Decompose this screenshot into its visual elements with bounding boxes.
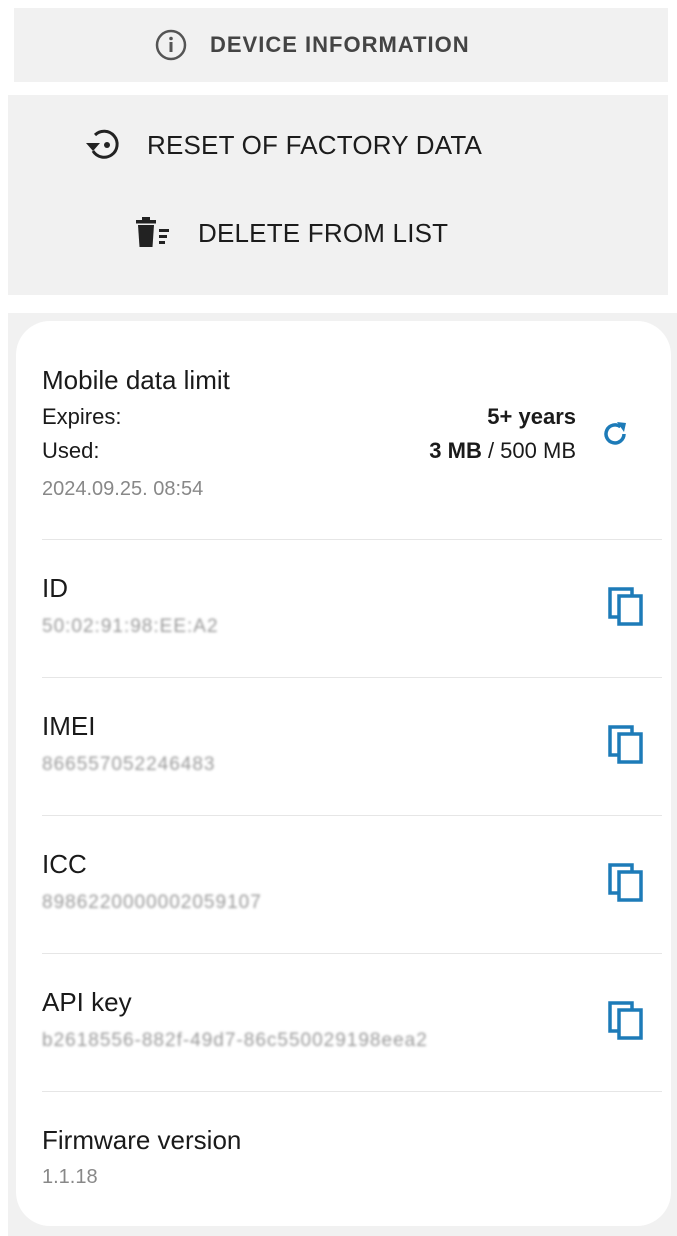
used-amount: 3 MB / 500 MB (429, 438, 576, 464)
copy-imei-button[interactable] (605, 724, 649, 771)
id-value: 50:02:91:98:EE:A2 (42, 616, 219, 637)
imei-title: IMEI (42, 711, 96, 741)
mobile-data-limit-section: Mobile data limit Expires: 5+ years Used… (42, 365, 662, 501)
total-value: 500 MB (500, 438, 576, 463)
copy-icon (607, 862, 647, 909)
refresh-data-button[interactable] (595, 416, 635, 456)
divider (42, 539, 662, 540)
mobile-data-limit-title: Mobile data limit (42, 365, 230, 395)
device-settings-page: DEVICE INFORMATION RESET OF FACTORY DATA (0, 0, 677, 1236)
firmware-section: Firmware version 1.1.18 (42, 1125, 662, 1189)
icc-section: ICC 8986220000002059107 (42, 849, 662, 914)
copy-icon (607, 724, 647, 771)
restore-icon (81, 125, 125, 165)
reset-factory-data-button[interactable]: RESET OF FACTORY DATA (81, 125, 482, 165)
icc-value: 8986220000002059107 (42, 892, 262, 913)
divider (42, 677, 662, 678)
used-row: Used: 3 MB / 500 MB (42, 438, 576, 464)
device-actions-panel: RESET OF FACTORY DATA DELETE FROM LIST (8, 95, 668, 295)
divider (42, 1091, 662, 1092)
device-information-label: DEVICE INFORMATION (210, 32, 470, 57)
imei-section: IMEI 866557052246483 (42, 711, 662, 776)
delete-from-list-button[interactable]: DELETE FROM LIST (132, 213, 448, 253)
info-card-container: Mobile data limit Expires: 5+ years Used… (8, 313, 677, 1236)
id-title: ID (42, 573, 68, 603)
device-information-panel: DEVICE INFORMATION (14, 8, 668, 82)
copy-id-button[interactable] (605, 586, 649, 633)
copy-api-key-button[interactable] (605, 1000, 649, 1047)
copy-icc-button[interactable] (605, 862, 649, 909)
divider (42, 953, 662, 954)
imei-value: 866557052246483 (42, 754, 216, 775)
copy-icon (607, 1000, 647, 1047)
copy-icon (607, 586, 647, 633)
icc-title: ICC (42, 849, 87, 879)
expires-value: 5+ years (487, 404, 576, 429)
divider (42, 815, 662, 816)
expires-label: Expires: (42, 404, 122, 429)
data-limit-timestamp: 2024.09.25. 08:54 (42, 478, 204, 500)
delete-from-list-label: DELETE FROM LIST (198, 217, 449, 248)
api-key-value: b2618556-882f-49d7-86c550029198eea2 (42, 1030, 428, 1051)
api-key-title: API key (42, 987, 132, 1017)
reset-factory-data-label: RESET OF FACTORY DATA (147, 129, 483, 160)
delete-list-icon (132, 213, 176, 253)
used-label: Used: (42, 438, 100, 463)
refresh-icon (598, 417, 632, 456)
info-card: Mobile data limit Expires: 5+ years Used… (16, 321, 671, 1226)
firmware-title: Firmware version (42, 1125, 242, 1155)
firmware-value: 1.1.18 (42, 1166, 98, 1188)
api-key-section: API key b2618556-882f-49d7-86c550029198e… (42, 987, 662, 1052)
used-separator: / (481, 438, 501, 463)
info-circle-icon (154, 28, 188, 62)
used-value: 3 MB (429, 438, 482, 463)
id-section: ID 50:02:91:98:EE:A2 (42, 573, 662, 638)
device-information-button[interactable]: DEVICE INFORMATION (154, 28, 470, 62)
expires-row: Expires: 5+ years (42, 404, 576, 430)
